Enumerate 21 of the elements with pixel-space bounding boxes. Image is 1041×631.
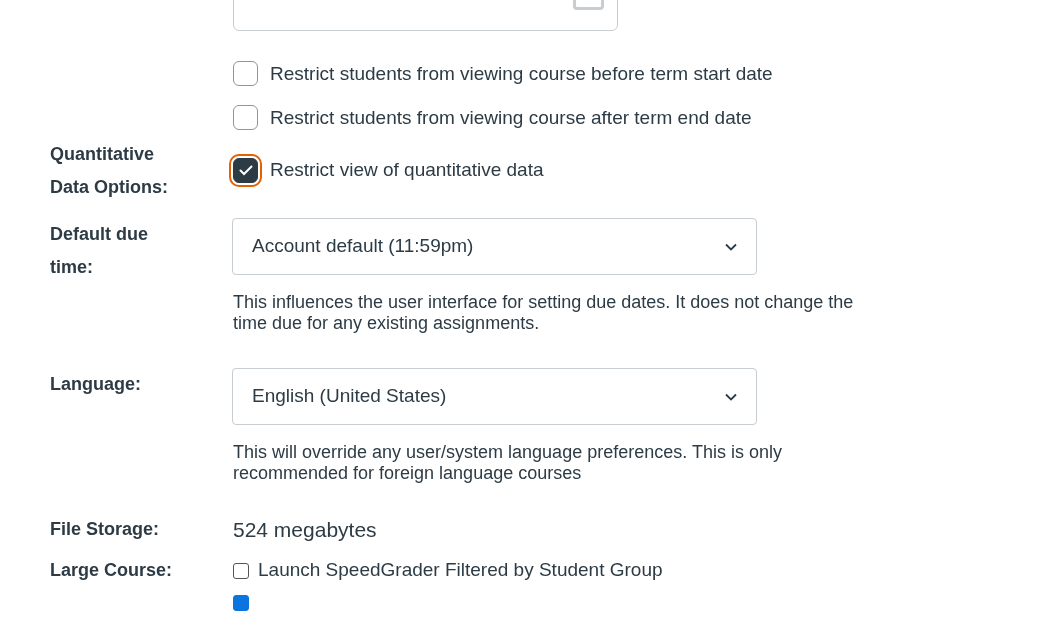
setting-label: Language: bbox=[50, 373, 142, 396]
checkbox[interactable] bbox=[233, 61, 258, 86]
chevron-down-icon bbox=[725, 392, 737, 401]
dropdown-select[interactable]: English (United States) bbox=[232, 368, 757, 425]
checkbox[interactable] bbox=[233, 595, 249, 611]
checkmark-icon bbox=[238, 165, 253, 176]
checkbox[interactable] bbox=[233, 105, 258, 130]
help-text: This will override any user/system language preferences. This is only recommended for foreign language courses bbox=[233, 442, 783, 484]
setting-label: Default due time: bbox=[50, 223, 149, 279]
dropdown-select[interactable]: Account default (11:59pm) bbox=[232, 218, 757, 275]
help-text: This influences the user interface for setting due dates. It does not change the time due for any existing assignments. bbox=[233, 292, 855, 334]
checkbox-label: Restrict students from viewing course after term end date bbox=[270, 106, 752, 130]
setting-label: File Storage: bbox=[50, 518, 161, 541]
storage-value: 524 megabytes bbox=[233, 516, 377, 543]
chevron-down-icon bbox=[725, 242, 737, 251]
setting-label: Large Course: bbox=[50, 559, 174, 582]
checkbox[interactable] bbox=[233, 562, 249, 579]
checkbox-label: Launch SpeedGrader Filtered by Student Group bbox=[258, 558, 663, 583]
setting-label: Quantitative Data Options: bbox=[50, 143, 169, 199]
checkbox-label: Restrict students from viewing course before term start date bbox=[270, 62, 773, 86]
checkbox-label: Restrict view of quantitative data bbox=[270, 158, 544, 183]
